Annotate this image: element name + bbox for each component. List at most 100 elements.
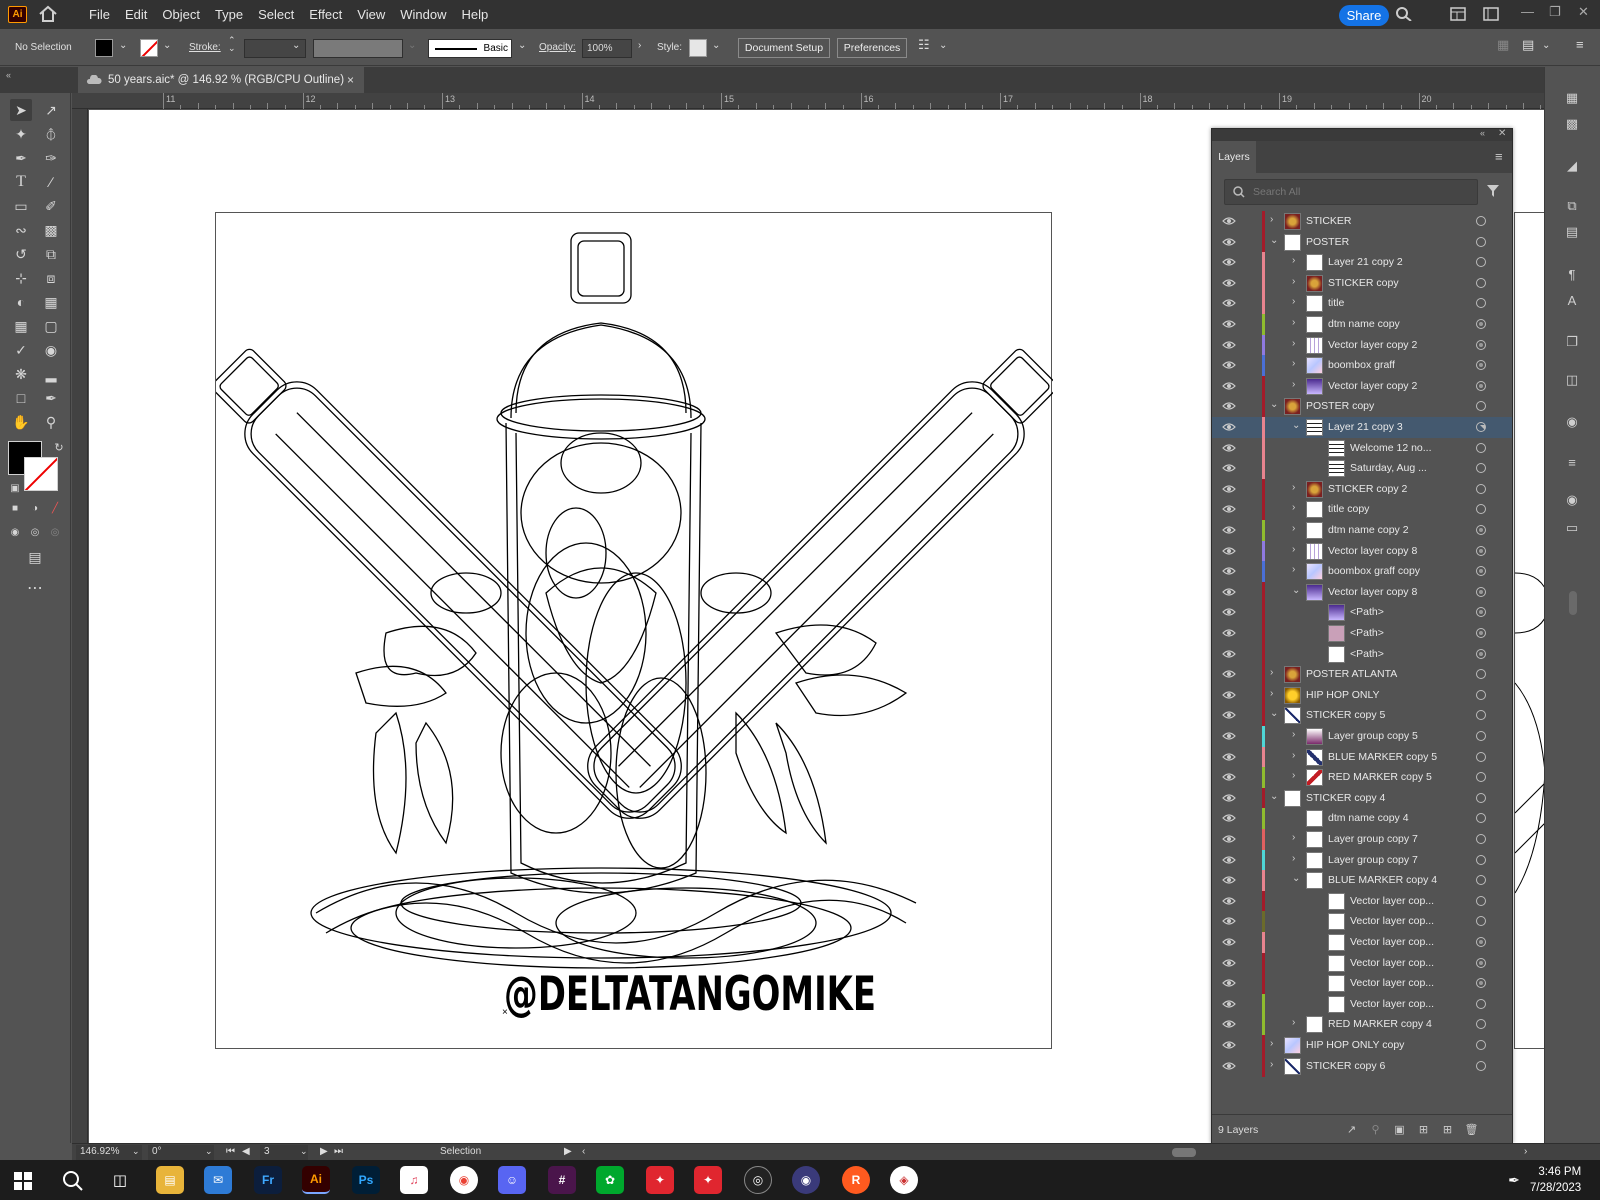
layer-target-icon[interactable] [1476, 710, 1486, 721]
sublayer-row[interactable]: <Path> [1212, 643, 1512, 665]
layer-target-icon[interactable] [1476, 566, 1486, 577]
filter-icon[interactable] [1486, 184, 1500, 198]
visibility-eye-icon[interactable] [1222, 462, 1236, 474]
layer-target-icon[interactable] [1476, 607, 1486, 618]
tab-layers[interactable]: Layers [1212, 141, 1256, 173]
obs-icon[interactable]: ◎ [744, 1166, 772, 1194]
restore-icon[interactable]: ❐ [1549, 4, 1561, 20]
evernote-icon[interactable]: ✿ [596, 1166, 624, 1194]
rectangle-tool-icon[interactable]: ▭ [10, 195, 32, 217]
locate-object-icon[interactable]: ⚲ [1369, 1123, 1382, 1136]
layer-row[interactable]: › HIP HOP ONLY [1212, 684, 1512, 706]
screen-mode-icon[interactable]: ▤ [24, 546, 46, 568]
chevron-right-icon[interactable]: › [1270, 1038, 1273, 1049]
app-icon-circle[interactable]: ◉ [792, 1166, 820, 1194]
visibility-eye-icon[interactable] [1222, 936, 1236, 948]
arrange-documents-icon[interactable] [1450, 7, 1466, 21]
document-tab[interactable]: 50 years.aic* @ 146.92 % (RGB/CPU Outlin… [78, 67, 364, 93]
stroke-label[interactable]: Stroke: [189, 42, 221, 53]
color-guide-icon[interactable]: ◉ [1563, 491, 1581, 509]
close-window-icon[interactable]: ✕ [1578, 4, 1589, 20]
layer-target-icon[interactable] [1476, 875, 1486, 886]
layer-row[interactable]: › HIP HOP ONLY copy [1212, 1035, 1512, 1056]
draw-normal-icon[interactable]: ◉ [4, 521, 26, 543]
transform-panel-icon[interactable]: ⧉ [1563, 197, 1581, 215]
task-view-icon[interactable]: ◫ [106, 1166, 134, 1194]
sublayer-row[interactable]: › STICKER copy [1212, 272, 1512, 294]
libraries-icon[interactable]: ▩ [1563, 115, 1581, 133]
sublayer-row[interactable]: Saturday, Aug ... [1212, 458, 1512, 480]
collapse-toolbar-icon[interactable]: « [6, 70, 11, 80]
menu-edit[interactable]: Edit [125, 7, 147, 22]
sublayer-row[interactable]: › Layer 21 copy 2 [1212, 252, 1512, 274]
search-icon[interactable] [62, 1170, 84, 1192]
status-menu-arrow[interactable]: ▶ [564, 1146, 572, 1157]
default-colors-icon[interactable]: ▣ [4, 477, 26, 499]
visibility-eye-icon[interactable] [1222, 668, 1236, 680]
visibility-eye-icon[interactable] [1222, 854, 1236, 866]
preferences-button[interactable]: Preferences [837, 38, 907, 58]
collapse-panel-icon[interactable]: « [1480, 128, 1485, 138]
paragraph-panel-icon[interactable]: ¶ [1563, 265, 1581, 283]
eraser-tool-icon[interactable]: ▩ [40, 219, 62, 241]
chevron-right-icon[interactable]: › [1292, 770, 1295, 781]
chevron-down-icon[interactable]: ⌄ [1270, 791, 1278, 802]
chevron-down-icon[interactable]: ⌄ [1292, 420, 1300, 431]
layer-target-icon[interactable] [1476, 525, 1486, 535]
new-layer-icon[interactable]: ⊞ [1441, 1123, 1454, 1136]
clipping-mask-icon[interactable]: ▣ [1393, 1123, 1406, 1136]
delete-layer-icon[interactable]: 🗑 [1465, 1123, 1479, 1136]
adobe-photoshop-icon[interactable]: Ps [352, 1166, 380, 1194]
type-tool-icon[interactable]: T [10, 171, 32, 193]
visibility-eye-icon[interactable] [1222, 833, 1236, 845]
curvature-tool-icon[interactable]: ✑ [40, 147, 62, 169]
stroke-swatch[interactable] [140, 39, 158, 57]
sublayer-row[interactable]: ⌄ BLUE MARKER copy 4 [1212, 870, 1512, 892]
visibility-eye-icon[interactable] [1222, 586, 1236, 598]
sublayer-row[interactable]: › dtm name copy 2 [1212, 520, 1512, 541]
first-artboard-icon[interactable]: ⏮ [226, 1146, 235, 1157]
chevron-right-icon[interactable]: › [1292, 379, 1295, 390]
chevron-right-icon[interactable]: › [1270, 1059, 1273, 1070]
character-panel-icon[interactable]: A [1563, 291, 1581, 309]
visibility-eye-icon[interactable] [1222, 730, 1236, 742]
properties-icon[interactable]: ▦ [1563, 89, 1581, 107]
layer-target-icon[interactable] [1476, 669, 1486, 680]
visibility-eye-icon[interactable] [1222, 503, 1236, 515]
panel-menu-icon[interactable]: ≡ [1495, 149, 1503, 164]
layer-target-icon[interactable] [1476, 545, 1486, 556]
visibility-eye-icon[interactable] [1222, 771, 1236, 783]
sublayer-row[interactable]: › Vector layer copy 8 [1212, 540, 1512, 562]
layer-target-icon[interactable] [1476, 792, 1486, 803]
dock-scrollbar[interactable] [1569, 591, 1577, 615]
clock[interactable]: 3:46 PM 7/28/2023 [1530, 1164, 1581, 1196]
visibility-eye-icon[interactable] [1222, 627, 1236, 639]
chevron-down-icon[interactable]: ⌄ [939, 40, 947, 51]
chevron-down-icon[interactable]: ⌄ [518, 40, 526, 51]
layer-target-icon[interactable] [1476, 1040, 1486, 1050]
chevron-down-icon[interactable]: ⌄ [1270, 399, 1278, 410]
layer-target-icon[interactable] [1476, 916, 1486, 927]
layer-target-icon[interactable] [1476, 813, 1486, 824]
lasso-tool-icon[interactable]: ⦽ [40, 123, 62, 145]
menu-file[interactable]: File [89, 7, 110, 22]
visibility-eye-icon[interactable] [1222, 751, 1236, 763]
stroke-color-box[interactable] [24, 457, 58, 491]
arrange-icon[interactable]: ☷ [918, 37, 930, 53]
slice-tool-icon[interactable]: ✒ [40, 387, 62, 409]
chevron-down-icon[interactable]: ⌄ [163, 40, 171, 51]
layers-panel-titlebar[interactable]: « ✕ [1212, 128, 1512, 141]
sublayer-row[interactable]: Vector layer cop... [1212, 952, 1512, 974]
document-setup-button[interactable]: Document Setup [738, 38, 830, 58]
stroke-weight-stepper[interactable]: ⌃ ⌄ [228, 36, 236, 53]
paintbrush-tool-icon[interactable]: ✐ [40, 195, 62, 217]
chevron-right-icon[interactable]: › [1292, 853, 1295, 864]
visibility-eye-icon[interactable] [1222, 977, 1236, 989]
brush-definition-field[interactable]: Basic [428, 39, 512, 58]
last-artboard-icon[interactable]: ⏭ [334, 1146, 343, 1157]
align-panel-icon[interactable]: ▤ [1563, 223, 1581, 241]
chevron-right-icon[interactable]: › [1292, 832, 1295, 843]
sublayer-row[interactable]: Vector layer cop... [1212, 932, 1512, 953]
mail-icon[interactable]: ✉ [204, 1166, 232, 1194]
sublayer-row[interactable]: › RED MARKER copy 5 [1212, 767, 1512, 789]
